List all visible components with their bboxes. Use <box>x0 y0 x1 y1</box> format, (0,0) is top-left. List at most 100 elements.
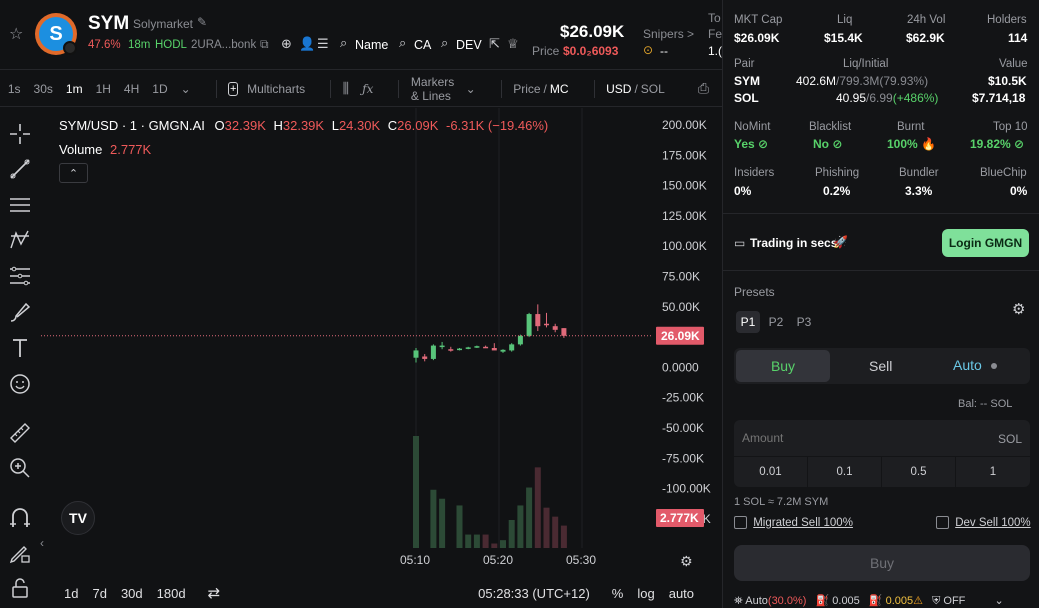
edit-icon[interactable]: ✎ <box>197 15 207 29</box>
multicharts-button[interactable]: Multicharts <box>247 82 305 96</box>
search-name-icon[interactable]: ⌕ <box>340 35 347 51</box>
text-icon[interactable] <box>8 336 32 360</box>
quick-amount-0-01[interactable]: 0.01 <box>734 457 807 487</box>
emoji-icon[interactable] <box>8 372 32 396</box>
auto-toggle[interactable]: auto <box>669 586 694 601</box>
preset-p2[interactable]: P2 <box>764 311 788 333</box>
footer-chevron-icon[interactable]: ⌄ <box>994 595 1003 607</box>
interval-30s[interactable]: 30s <box>34 82 53 96</box>
preset-p3[interactable]: P3 <box>792 311 816 333</box>
chart-canvas[interactable]: 200.00K 175.00K 150.00K 125.00K 100.00K 75.00… <box>41 108 721 578</box>
preset-settings-icon[interactable]: ⚙ <box>1012 300 1025 318</box>
mev-status[interactable]: OFF <box>943 595 965 607</box>
preset-p1[interactable]: P1 <box>736 311 760 333</box>
interval-4h[interactable]: 4H <box>124 82 139 96</box>
legend-low: 24.30K <box>338 118 381 133</box>
price-toggle[interactable]: Price <box>513 82 540 96</box>
search-dev-link[interactable]: DEV <box>456 38 482 52</box>
pair-value-sol: $7.714,18 <box>972 91 1026 105</box>
login-gmgn-button[interactable]: Login GMGN <box>942 229 1029 257</box>
range-1d[interactable]: 1d <box>64 586 78 601</box>
magnet-icon[interactable] <box>8 506 32 530</box>
volume-bar <box>456 505 463 548</box>
percent-toggle[interactable]: % <box>612 586 624 601</box>
quick-amount-0-1[interactable]: 0.1 <box>808 457 881 487</box>
collapse-legend-button[interactable]: ⌃ <box>59 163 88 183</box>
migrated-sell-label[interactable]: Migrated Sell 100% <box>753 517 853 529</box>
community-icon[interactable]: 👤 <box>299 36 315 52</box>
auto-label[interactable]: Auto <box>745 595 768 607</box>
price-chart[interactable]: 200.00K 175.00K 150.00K 125.00K 100.00K 75.00… <box>41 108 721 578</box>
zoom-icon[interactable] <box>8 456 32 480</box>
search-name-link[interactable]: Name <box>355 38 388 52</box>
brush-icon[interactable] <box>8 300 32 324</box>
clock-time[interactable]: 05:28:33 (UTC+12) <box>478 586 590 601</box>
y-tick-label: 150.00K <box>662 179 707 193</box>
amount-input[interactable] <box>742 428 942 448</box>
camera-icon[interactable]: ⎙ <box>698 80 709 97</box>
mc-toggle[interactable]: MC <box>550 82 569 96</box>
candle-body <box>561 328 567 336</box>
unlock-icon[interactable] <box>8 576 32 600</box>
ruler-icon[interactable] <box>8 421 32 445</box>
list-icon[interactable]: ☰ <box>317 36 329 52</box>
horizontal-lines-icon[interactable] <box>8 193 32 217</box>
volume-label: Volume <box>59 142 103 157</box>
search-ca-icon[interactable]: ⌕ <box>399 35 406 51</box>
candle-type-icon[interactable]: ⫼ <box>343 80 349 97</box>
amount-field[interactable]: SOL <box>734 420 1030 456</box>
chart-settings-icon[interactable]: ⚙ <box>680 553 693 570</box>
pattern-icon[interactable] <box>8 228 32 252</box>
volume-legend: Volume 2.777K <box>59 142 151 157</box>
tradingview-logo-icon[interactable]: TV <box>61 501 95 535</box>
tab-auto[interactable]: Auto <box>953 357 982 373</box>
markers-lines-button[interactable]: Markers & Lines <box>411 75 460 103</box>
interval-1s[interactable]: 1s <box>8 82 21 96</box>
migrated-sell-option[interactable]: Migrated Sell 100% <box>734 516 853 529</box>
trend-line-icon[interactable] <box>8 157 32 181</box>
y-tick-label: 75.00K <box>662 270 700 284</box>
range-7d[interactable]: 7d <box>92 586 106 601</box>
snipers-label[interactable]: Snipers > <box>643 27 694 41</box>
interval-1d[interactable]: 1D <box>152 82 167 96</box>
trading-in-secs: Trading in secs <box>750 236 838 250</box>
interval-1h[interactable]: 1H <box>96 82 111 96</box>
buy-submit-button[interactable]: Buy <box>734 545 1030 581</box>
copy-icon[interactable]: ⧉ <box>260 37 269 52</box>
y-tick-label: 100.00K <box>662 239 707 253</box>
log-toggle[interactable]: log <box>637 586 654 601</box>
volume-bar <box>552 516 559 548</box>
liq-value: 40.95 <box>836 91 867 105</box>
migrated-sell-checkbox[interactable] <box>734 516 747 529</box>
indicators-fx-icon[interactable]: ƒx <box>362 82 373 96</box>
search-dev-icon[interactable]: ⌕ <box>441 35 448 51</box>
quick-amount-1[interactable]: 1 <box>956 457 1030 487</box>
usd-toggle[interactable]: USD <box>606 82 631 96</box>
fib-icon[interactable] <box>8 264 32 288</box>
search-ca-link[interactable]: CA <box>414 38 431 52</box>
dev-sell-checkbox[interactable] <box>936 516 949 529</box>
lock-pencil-icon[interactable] <box>8 541 32 565</box>
markers-dropdown-icon[interactable]: ⌄ <box>466 82 476 96</box>
dev-sell-option[interactable]: Dev Sell 100% <box>936 516 1031 529</box>
legend-o-label: O <box>214 118 225 133</box>
quick-amount-0-5[interactable]: 0.5 <box>882 457 955 487</box>
tab-buy[interactable]: Buy <box>736 350 830 382</box>
tab-sell[interactable]: Sell <box>869 358 892 374</box>
interval-1m[interactable]: 1m <box>66 82 83 96</box>
share-icon[interactable]: ⇱ <box>489 36 500 52</box>
sol-toggle[interactable]: SOL <box>641 82 665 96</box>
multicharts-plus-icon[interactable]: + <box>228 81 239 96</box>
price-label: Price <box>532 44 560 58</box>
favorite-star-icon[interactable]: ☆ <box>9 24 23 44</box>
nomint-value: Yes <box>734 137 755 151</box>
crown-icon[interactable]: ♕ <box>507 36 519 52</box>
date-range-icon[interactable]: ⇄ <box>208 584 221 602</box>
dev-sell-label[interactable]: Dev Sell 100% <box>955 517 1030 529</box>
range-30d[interactable]: 30d <box>121 586 143 601</box>
range-180d[interactable]: 180d <box>157 586 186 601</box>
y-tick-label: 125.00K <box>662 209 707 223</box>
website-icon[interactable]: ⊕ <box>281 36 292 52</box>
crosshair-icon[interactable] <box>8 122 32 146</box>
interval-dropdown-icon[interactable]: ⌄ <box>181 82 191 96</box>
